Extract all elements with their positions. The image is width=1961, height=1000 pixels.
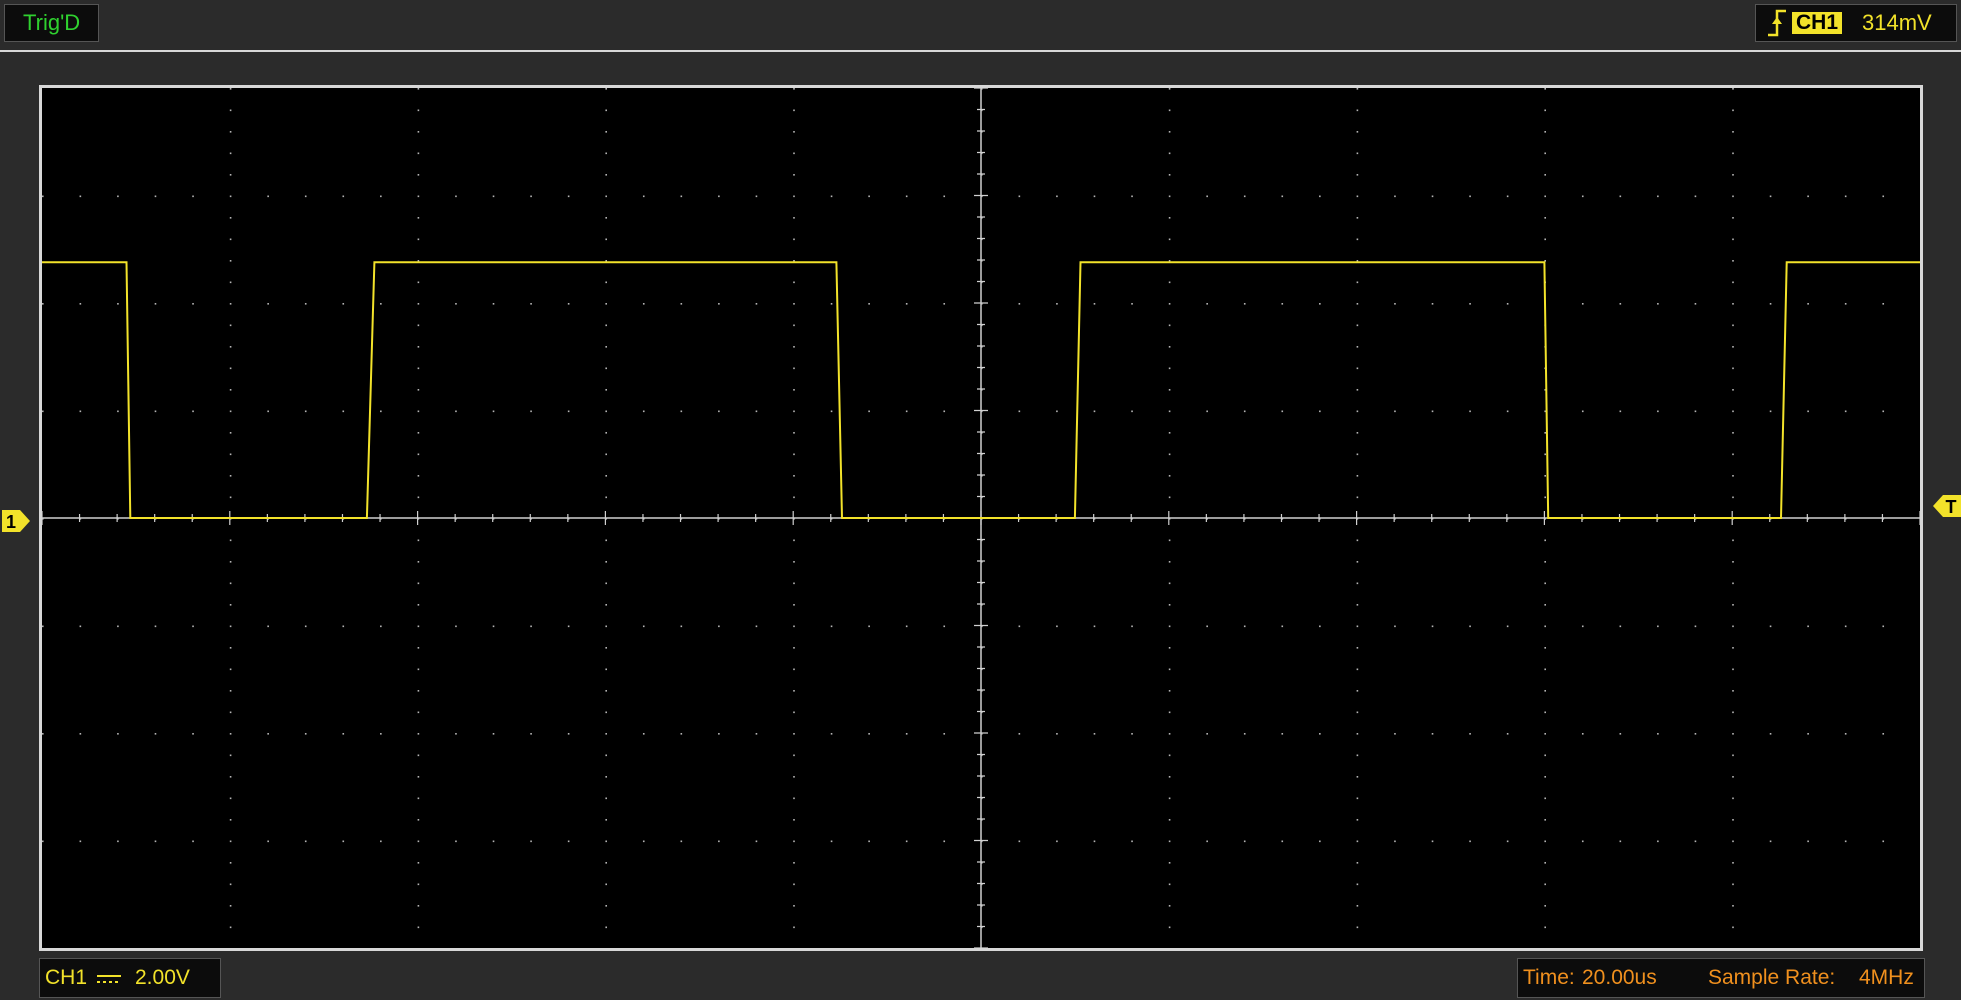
trigger-info-panel[interactable]: CH1 314mV [1755,4,1957,42]
trigger-status: Trig'D [4,4,100,42]
channel-label: CH1 [45,966,88,989]
sample-rate-label: Sample Rate: [1708,966,1836,989]
trigger-channel-badge: CH1 [1792,12,1843,34]
trigger-level-marker[interactable]: T [1931,493,1961,519]
rising-edge-icon [1768,9,1786,37]
oscilloscope-display[interactable] [39,85,1923,951]
timebase-panel[interactable]: Time: 20.00us Sample Rate: 4MHz [1517,958,1925,998]
time-label: Time: [1523,966,1575,989]
channel-settings-panel[interactable]: CH1 2.00V [39,958,221,998]
time-per-division: 20.00us [1582,966,1657,989]
top-status-bar: Trig'D CH1 314mV [0,0,1961,52]
sample-rate-value: 4MHz [1859,966,1914,989]
trigger-marker-label: T [1946,497,1957,517]
channel-marker-label: 1 [6,512,16,532]
channel-1-marker[interactable]: 1 [2,508,32,534]
dc-coupling-icon [97,975,121,983]
trigger-level: 314mV [1862,10,1932,35]
volts-per-division: 2.00V [135,966,190,989]
trigger-status-text: Trig'D [23,10,81,35]
waveform-plot [42,88,1920,948]
